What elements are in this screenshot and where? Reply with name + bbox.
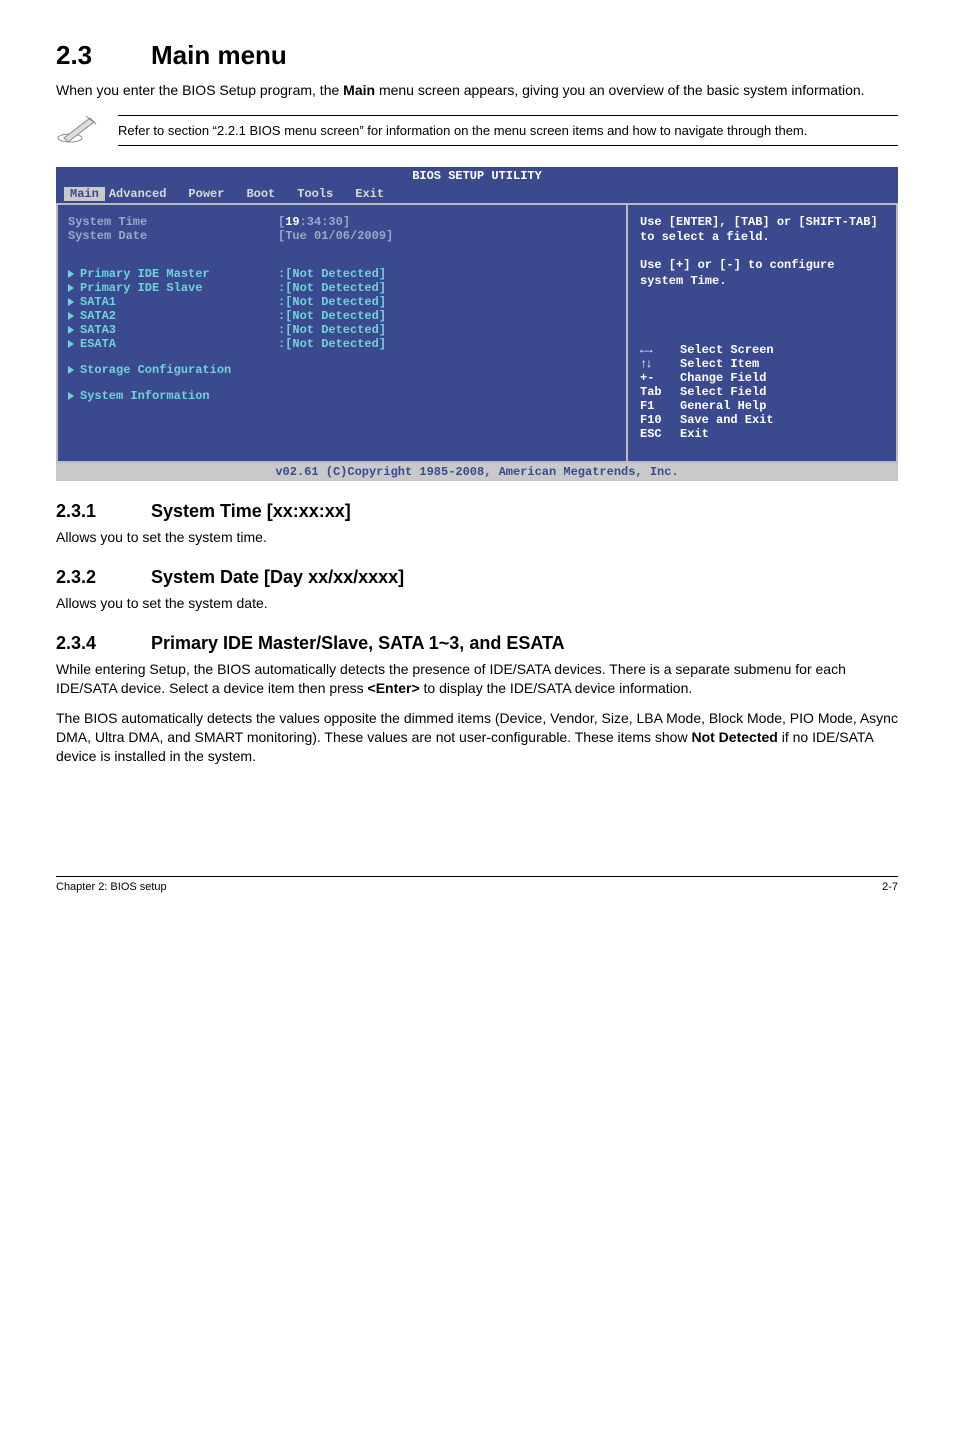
system-date-value: [Tue 01/06/2009]	[278, 229, 616, 243]
bios-tab-exit[interactable]: Exit	[351, 187, 402, 201]
left-right-arrows-icon	[640, 343, 680, 357]
subsection-heading: 2.3.4Primary IDE Master/Slave, SATA 1~3,…	[56, 633, 898, 654]
storage-config-row[interactable]: Storage Configuration	[68, 363, 616, 377]
bios-left-pane: System Time [19:34:30] System Date [Tue …	[56, 203, 628, 463]
bios-menu-bar[interactable]: Main Advanced Power Boot Tools Exit	[56, 185, 898, 203]
submenu-row[interactable]: SATA3 :[Not Detected]	[68, 323, 616, 337]
submenu-row[interactable]: Primary IDE Slave :[Not Detected]	[68, 281, 616, 295]
footer-chapter: Chapter 2: BIOS setup	[56, 881, 167, 893]
help-text-1: Use [ENTER], [TAB] or [SHIFT-TAB] to sel…	[640, 215, 884, 246]
submenu-row[interactable]: ESATA :[Not Detected]	[68, 337, 616, 351]
submenu-arrow-icon	[68, 284, 74, 292]
subsection-body-p1: While entering Setup, the BIOS automatic…	[56, 660, 898, 698]
submenu-row[interactable]: SATA2 :[Not Detected]	[68, 309, 616, 323]
submenu-arrow-icon	[68, 392, 74, 400]
note-callout: Refer to section “2.2.1 BIOS menu screen…	[56, 112, 898, 149]
bios-tab-power[interactable]: Power	[184, 187, 242, 201]
subsection-body: Allows you to set the system date.	[56, 594, 898, 613]
section-title: Main menu	[151, 40, 287, 70]
footer-page-number: 2-7	[882, 881, 898, 893]
submenu-row[interactable]: SATA1 :[Not Detected]	[68, 295, 616, 309]
submenu-row[interactable]: Primary IDE Master :[Not Detected]	[68, 267, 616, 281]
subsection-body: Allows you to set the system time.	[56, 528, 898, 547]
submenu-arrow-icon	[68, 312, 74, 320]
system-info-row[interactable]: System Information	[68, 389, 616, 403]
help-key-legend: Select Screen Select Item +-Change Field…	[640, 343, 884, 441]
bios-tab-boot[interactable]: Boot	[242, 187, 293, 201]
help-text-2: Use [+] or [-] to configure system Time.	[640, 258, 884, 289]
system-time-label: System Time	[68, 215, 278, 229]
bios-tab-tools[interactable]: Tools	[293, 187, 351, 201]
system-date-label: System Date	[68, 229, 278, 243]
submenu-arrow-icon	[68, 326, 74, 334]
intro-paragraph: When you enter the BIOS Setup program, t…	[56, 81, 898, 100]
bios-title: BIOS SETUP UTILITY	[64, 169, 890, 183]
bios-tab-advanced[interactable]: Advanced	[105, 187, 185, 201]
submenu-arrow-icon	[68, 366, 74, 374]
system-date-row[interactable]: System Date [Tue 01/06/2009]	[68, 229, 616, 243]
subsection-heading: 2.3.2System Date [Day xx/xx/xxxx]	[56, 567, 898, 588]
section-heading: 2.3Main menu	[56, 40, 898, 71]
submenu-arrow-icon	[68, 340, 74, 348]
subsection-heading: 2.3.1System Time [xx:xx:xx]	[56, 501, 898, 522]
bios-title-bar: BIOS SETUP UTILITY	[56, 167, 898, 185]
bios-screenshot: BIOS SETUP UTILITY Main Advanced Power B…	[56, 167, 898, 481]
submenu-arrow-icon	[68, 270, 74, 278]
up-down-arrows-icon	[640, 357, 680, 371]
section-number: 2.3	[56, 40, 151, 71]
bios-help-pane: Use [ENTER], [TAB] or [SHIFT-TAB] to sel…	[628, 203, 898, 463]
bios-tab-main[interactable]: Main	[64, 187, 105, 201]
system-time-row[interactable]: System Time [19:34:30]	[68, 215, 616, 229]
note-text: Refer to section “2.2.1 BIOS menu screen…	[118, 115, 898, 147]
submenu-arrow-icon	[68, 298, 74, 306]
note-pencil-icon	[56, 112, 100, 149]
subsection-body-p2: The BIOS automatically detects the value…	[56, 709, 898, 766]
page-footer: Chapter 2: BIOS setup 2-7	[56, 876, 898, 893]
bios-copyright-footer: v02.61 (C)Copyright 1985-2008, American …	[56, 463, 898, 481]
